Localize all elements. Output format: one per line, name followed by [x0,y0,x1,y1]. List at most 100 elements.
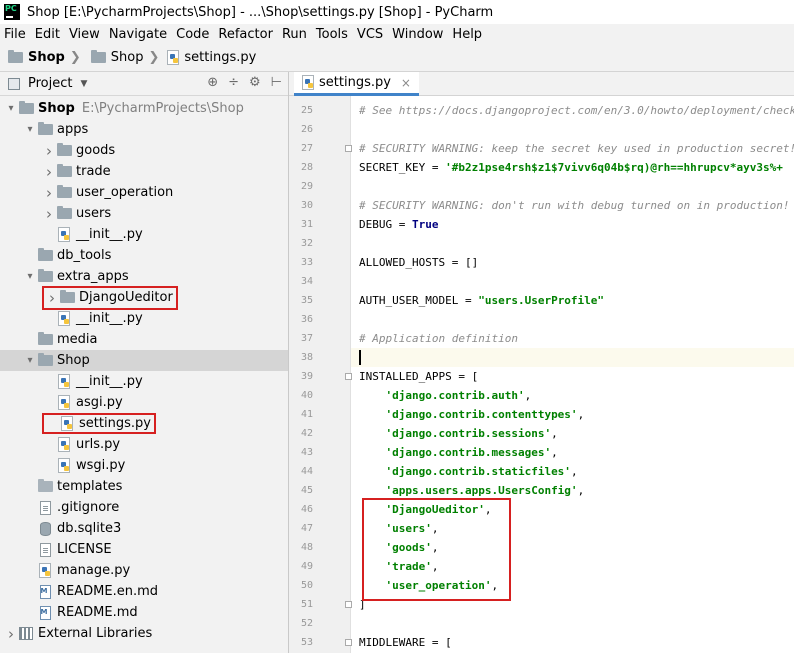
line-number: 42 [300,428,313,439]
code-token: DEBUG = [359,218,412,231]
tree-item[interactable]: asgi.py [0,392,288,413]
code-line: # See https://docs.djangoproject.com/en/… [359,101,794,120]
menu-vcs[interactable]: VCS [353,27,388,42]
code-line: SECRET_KEY = '#b2z1pse4rsh$z1$7vivv6q04b… [359,158,783,177]
breadcrumb-file[interactable]: settings.py [161,50,256,65]
tree-item-label: __init__.py [76,227,143,242]
chevron-right-icon[interactable]: › [42,205,56,223]
tree-item[interactable]: › users [0,203,288,224]
chevron-right-icon[interactable]: › [42,163,56,181]
chevron-down-icon[interactable]: ▼ [80,79,87,89]
tree-item[interactable]: › user_operation [0,182,288,203]
tree-item[interactable]: settings.py [0,413,288,434]
tree-icon-wrap [56,395,72,410]
tree-item-label: manage.py [57,563,131,578]
chevron-right-icon[interactable]: › [4,625,18,643]
code-token: # See https://docs.djangoproject.com/en/… [359,104,794,117]
line-number: 52 [300,618,313,629]
folder-icon [8,50,23,63]
folder-icon [90,50,106,63]
tree-item[interactable]: media [0,329,288,350]
code-token: , [577,484,585,497]
code-token: , [551,427,558,440]
hide-panel-icon[interactable]: ⊢ [271,75,282,90]
breadcrumb-root[interactable]: Shop [0,50,65,65]
close-icon[interactable]: × [401,76,411,90]
code-token: 'django.contrib.auth' [385,389,525,402]
tree-item-label: users [76,206,112,221]
chevron-right-icon[interactable]: › [45,289,59,307]
tree-item[interactable]: › trade [0,161,288,182]
tree-item[interactable]: README.en.md [0,581,288,602]
tree-icon-wrap [59,290,75,303]
code-token: ALLOWED_HOSTS = [] [359,256,479,269]
menu-file[interactable]: File [0,27,31,42]
menu-run[interactable]: Run [278,27,312,42]
menu-refactor[interactable]: Refactor [214,27,278,42]
tree-item[interactable]: db.sqlite3 [0,518,288,539]
menu-navigate[interactable]: Navigate [105,27,172,42]
python-file-icon [39,563,51,578]
chevron-down-icon[interactable]: ▾ [23,124,37,135]
editor-tab-bar: settings.py × [289,72,794,96]
tree-item[interactable]: LICENSE [0,539,288,560]
tree-item[interactable]: ▾ Shop [0,350,288,371]
chevron-down-icon[interactable]: ▾ [23,271,37,282]
tree-item-label: wsgi.py [76,458,126,473]
menu-code[interactable]: Code [172,27,214,42]
line-number: 25 [300,105,313,116]
menu-edit[interactable]: Edit [31,27,65,42]
tree-icon-wrap [56,227,72,242]
tree-item[interactable]: db_tools [0,245,288,266]
tree-item[interactable]: __init__.py [0,224,288,245]
tree-item[interactable]: __init__.py [0,308,288,329]
tree-item[interactable]: › DjangoUeditor [0,285,288,310]
tree-item[interactable]: ▾ Shop E:\PycharmProjects\Shop [0,98,288,119]
chevron-right-icon[interactable]: › [42,142,56,160]
tree-item-label: Shop [38,101,75,116]
code-line: INSTALLED_APPS = [ [359,367,478,386]
tree-item-label: __init__.py [76,374,143,389]
tree-item[interactable]: manage.py [0,560,288,581]
chevron-down-icon[interactable]: ▾ [4,103,18,114]
collapse-all-icon[interactable]: ÷ [228,75,239,90]
tree-item[interactable]: __init__.py [0,371,288,392]
tree-item[interactable]: ▾ apps [0,119,288,140]
code-line: DEBUG = True [359,215,438,234]
tree-item[interactable]: › External Libraries [0,623,288,644]
line-number: 37 [300,333,313,344]
line-number: 39 [300,371,313,382]
menu-window[interactable]: Window [388,27,448,42]
menu-help[interactable]: Help [448,27,487,42]
python-file-icon [167,50,180,65]
tree-item[interactable]: templates [0,476,288,497]
line-number: 38 [300,352,313,363]
tree-item[interactable]: ▾ extra_apps [0,266,288,287]
gear-icon[interactable]: ⚙ [249,75,261,90]
tab-settings-py[interactable]: settings.py × [294,72,419,96]
breadcrumb-folder[interactable]: Shop [83,50,143,65]
menu-view[interactable]: View [65,27,105,42]
menu-tools[interactable]: Tools [312,27,353,42]
tree-item[interactable]: .gitignore [0,497,288,518]
tree-icon-wrap [59,416,75,431]
tree-item-label: settings.py [79,416,151,431]
line-number: 26 [300,124,313,135]
chevron-right-icon[interactable]: › [42,184,56,202]
code-token: 'django.contrib.staticfiles' [385,465,571,478]
line-number: 40 [300,390,313,401]
python-file-icon [58,458,70,473]
python-file-icon [302,75,314,90]
folder-icon [37,269,53,282]
locate-file-icon[interactable]: ⊕ [207,75,218,90]
code-line: 'django.contrib.staticfiles', [359,462,578,481]
tree-item[interactable]: wsgi.py [0,455,288,476]
project-view-selector[interactable]: Project [28,76,72,91]
chevron-down-icon[interactable]: ▾ [23,355,37,366]
tree-item[interactable]: README.md [0,602,288,623]
line-number: 34 [300,276,313,287]
tree-item[interactable]: › goods [0,140,288,161]
line-number: 30 [300,200,313,211]
tree-item[interactable]: urls.py [0,434,288,455]
